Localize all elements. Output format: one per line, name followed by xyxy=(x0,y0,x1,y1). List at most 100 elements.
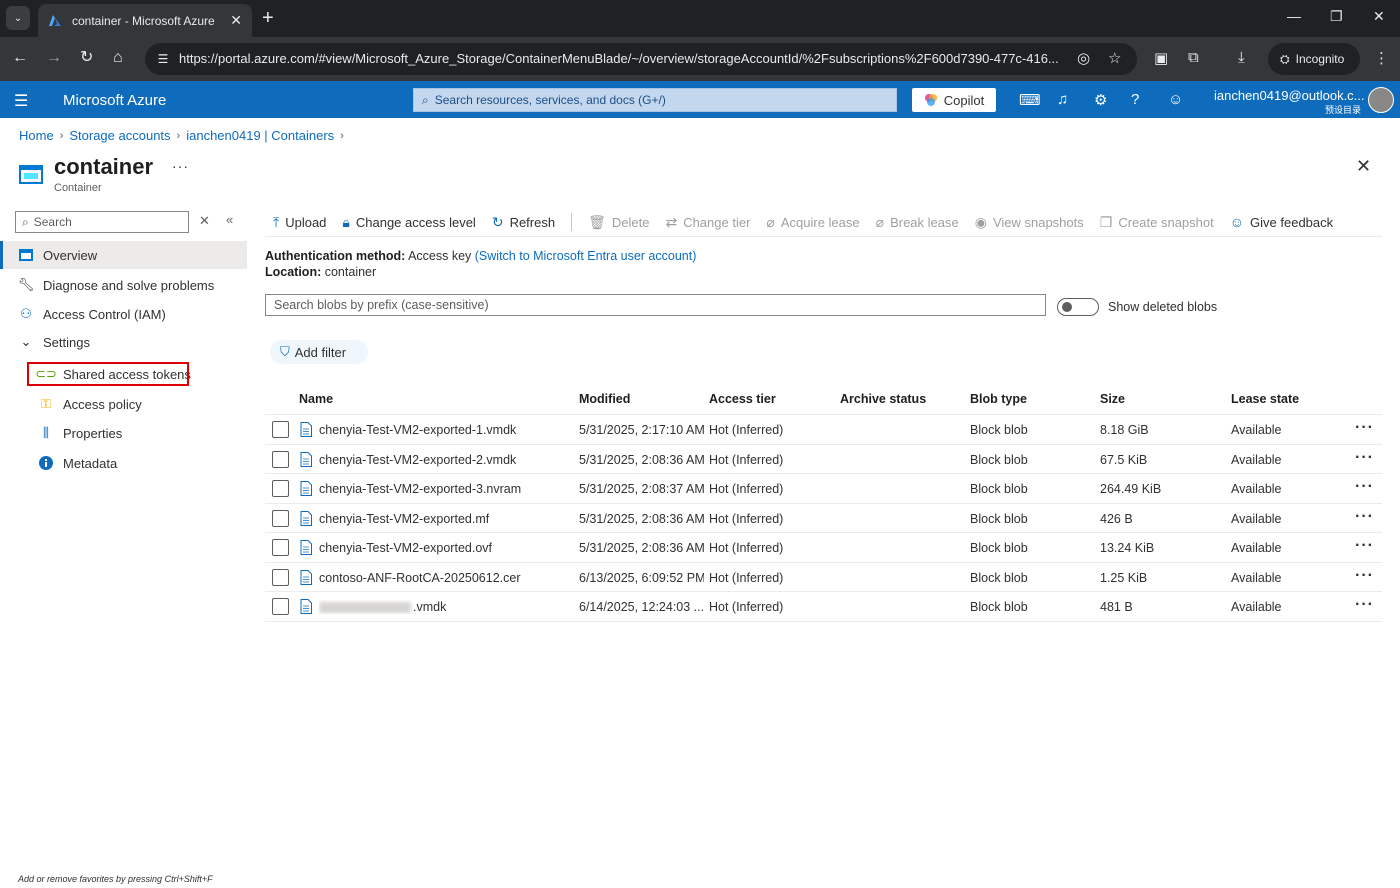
nav-item-iam[interactable]: ⚇ Access Control (IAM) xyxy=(0,300,166,328)
view-snapshots-button[interactable]: ◉ View snapshots xyxy=(975,214,1084,231)
col-size[interactable]: Size xyxy=(1100,392,1125,406)
nav-search-input[interactable]: ⌕ Search xyxy=(15,211,189,233)
copilot-button[interactable]: Copilot xyxy=(912,88,996,112)
blob-access-tier: Hot (Inferred) xyxy=(709,511,784,526)
nav-item-metadata[interactable]: Metadata xyxy=(0,449,117,477)
settings-gear-icon[interactable]: ⚙ xyxy=(1094,91,1107,109)
row-more-icon[interactable]: ··· xyxy=(1355,537,1374,555)
back-icon[interactable]: ← xyxy=(12,49,28,67)
blob-name-link[interactable]: contoso-ANF-RootCA-20250612.cer xyxy=(319,571,521,585)
row-more-icon[interactable]: ··· xyxy=(1355,508,1374,526)
table-row[interactable]: chenyia-Test-VM2-exported-1.vmdk 5/31/202… xyxy=(265,415,1382,445)
switch-auth-link[interactable]: (Switch to Microsoft Entra user account) xyxy=(475,249,697,263)
tracking-protection-icon[interactable]: ◎ xyxy=(1077,49,1090,67)
table-row[interactable]: contoso-ANF-RootCA-20250612.cer 6/13/2025… xyxy=(265,563,1382,592)
tab-close-icon[interactable]: ✕ xyxy=(230,12,242,29)
user-email[interactable]: ianchen0419@outlook.c... xyxy=(1214,88,1365,103)
add-filter-button[interactable]: ⛉ Add filter xyxy=(270,340,368,364)
blob-search-input[interactable]: Search blobs by prefix (case-sensitive) xyxy=(265,294,1046,316)
nav-item-label: Access Control (IAM) xyxy=(43,306,166,322)
delete-button[interactable]: 🗑︎ Delete xyxy=(588,214,649,231)
row-checkbox[interactable] xyxy=(272,539,289,556)
col-modified[interactable]: Modified xyxy=(579,392,630,406)
portal-menu-icon[interactable]: ☰ xyxy=(14,91,28,111)
blob-access-tier: Hot (Inferred) xyxy=(709,600,784,614)
blob-name-link[interactable]: chenyia-Test-VM2-exported.ovf xyxy=(319,541,492,555)
table-row[interactable]: chenyia-Test-VM2-exported.ovf 5/31/2025, … xyxy=(265,533,1382,563)
home-icon[interactable]: ⌂ xyxy=(113,49,123,67)
blob-name-link[interactable]: chenyia-Test-VM2-exported.mf xyxy=(319,512,489,526)
breadcrumb-storage-accounts[interactable]: Storage accounts xyxy=(69,128,170,143)
avatar[interactable] xyxy=(1368,87,1394,113)
site-info-icon[interactable]: ☰ xyxy=(153,49,173,69)
close-icon[interactable]: ✕ xyxy=(1356,156,1371,177)
url-text[interactable]: https://portal.azure.com/#view/Microsoft… xyxy=(179,51,1069,66)
give-feedback-button[interactable]: ☺ Give feedback xyxy=(1230,214,1333,230)
brand-title[interactable]: Microsoft Azure xyxy=(63,92,166,109)
change-tier-button[interactable]: ⇄ Change tier xyxy=(665,214,750,231)
global-search-input[interactable]: ⌕ Search resources, services, and docs (… xyxy=(413,88,897,112)
breadcrumb-containers[interactable]: ianchen0419 | Containers xyxy=(186,128,334,143)
nav-item-properties[interactable]: ⫼ Properties xyxy=(0,419,122,447)
table-row[interactable]: chenyia-Test-VM2-exported.mf 5/31/2025, 2… xyxy=(265,504,1382,533)
col-lease-state[interactable]: Lease state xyxy=(1231,392,1299,406)
cloud-shell-icon[interactable]: ⌨ xyxy=(1019,91,1041,109)
row-more-icon[interactable]: ··· xyxy=(1355,449,1374,467)
incognito-indicator[interactable]: ⛭ Incognito xyxy=(1268,43,1360,75)
divider xyxy=(571,213,573,231)
maximize-icon[interactable]: ❐ xyxy=(1330,8,1343,25)
browser-tab[interactable]: container - Microsoft Azure ✕ xyxy=(38,4,252,37)
new-tab-icon[interactable]: + xyxy=(262,8,274,28)
row-checkbox[interactable] xyxy=(272,598,289,615)
row-checkbox[interactable] xyxy=(272,421,289,438)
blob-name-link[interactable]: chenyia-Test-VM2-exported-3.nvram xyxy=(319,482,521,496)
nav-item-access-policy[interactable]: ⚿ Access policy xyxy=(0,390,142,418)
table-row[interactable]: .vmdk 6/14/2025, 12:24:03 ... Hot (Inferre… xyxy=(265,592,1382,622)
row-more-icon[interactable]: ··· xyxy=(1355,478,1374,496)
row-more-icon[interactable]: ··· xyxy=(1355,419,1374,437)
refresh-button[interactable]: ↻ Refresh xyxy=(492,214,555,231)
collapse-nav-icon[interactable]: « xyxy=(226,212,233,227)
col-blob-type[interactable]: Blob type xyxy=(970,392,1027,406)
blob-name-link[interactable]: .vmdk xyxy=(319,600,446,614)
row-more-icon[interactable]: ··· xyxy=(1355,596,1374,614)
nav-group-settings[interactable]: ⌄ Settings xyxy=(0,328,90,356)
extension-tl-icon[interactable]: ▣ xyxy=(1154,49,1168,67)
col-access-tier[interactable]: Access tier xyxy=(709,392,776,406)
row-more-icon[interactable]: ··· xyxy=(1355,567,1374,585)
break-lease-button[interactable]: ⌀ Break lease xyxy=(876,214,959,231)
notifications-icon[interactable]: ♫ xyxy=(1057,91,1068,108)
reload-icon[interactable]: ↻ xyxy=(80,49,93,67)
row-checkbox[interactable] xyxy=(272,480,289,497)
minimize-icon[interactable]: — xyxy=(1287,8,1301,24)
browser-menu-icon[interactable]: ⋮ xyxy=(1374,49,1389,67)
row-checkbox[interactable] xyxy=(272,568,289,586)
clear-search-icon[interactable]: ✕ xyxy=(199,213,210,229)
bookmark-star-icon[interactable]: ☆ xyxy=(1108,49,1121,67)
table-row[interactable]: chenyia-Test-VM2-exported-3.nvram 5/31/20… xyxy=(265,474,1382,504)
address-bar[interactable]: ☰ https://portal.azure.com/#view/Microso… xyxy=(145,43,1137,75)
col-name[interactable]: Name xyxy=(299,392,333,406)
create-snapshot-button[interactable]: ❐ Create snapshot xyxy=(1100,214,1214,231)
col-archive-status[interactable]: Archive status xyxy=(840,392,926,406)
extensions-icon[interactable]: ⧉ xyxy=(1188,49,1199,66)
row-checkbox[interactable] xyxy=(272,450,289,468)
nav-item-diagnose[interactable]: 🔧︎ Diagnose and solve problems xyxy=(0,271,215,299)
feedback-icon[interactable]: ☺ xyxy=(1168,91,1183,108)
download-icon[interactable]: ⤓ xyxy=(1238,49,1245,66)
nav-item-overview[interactable]: Overview xyxy=(0,241,247,269)
change-access-level-button[interactable]: 🔒︎ Change access level xyxy=(342,214,475,231)
more-actions-icon[interactable]: ··· xyxy=(172,158,189,174)
upload-button[interactable]: ⤒ Upload xyxy=(273,214,326,231)
tab-search-dropdown[interactable]: ⌄ xyxy=(6,6,30,30)
acquire-lease-button[interactable]: ⌀ Acquire lease xyxy=(766,214,859,231)
blob-name-link[interactable]: chenyia-Test-VM2-exported-1.vmdk xyxy=(319,423,516,437)
window-close-icon[interactable]: ✕ xyxy=(1373,8,1385,25)
table-row[interactable]: chenyia-Test-VM2-exported-2.vmdk 5/31/202… xyxy=(265,445,1382,474)
help-icon[interactable]: ? xyxy=(1131,91,1139,108)
show-deleted-toggle[interactable] xyxy=(1057,298,1099,316)
breadcrumb-home[interactable]: Home xyxy=(19,128,54,143)
blob-name-link[interactable]: chenyia-Test-VM2-exported-2.vmdk xyxy=(319,453,516,467)
forward-icon[interactable]: → xyxy=(46,49,62,67)
row-checkbox[interactable] xyxy=(272,509,289,527)
